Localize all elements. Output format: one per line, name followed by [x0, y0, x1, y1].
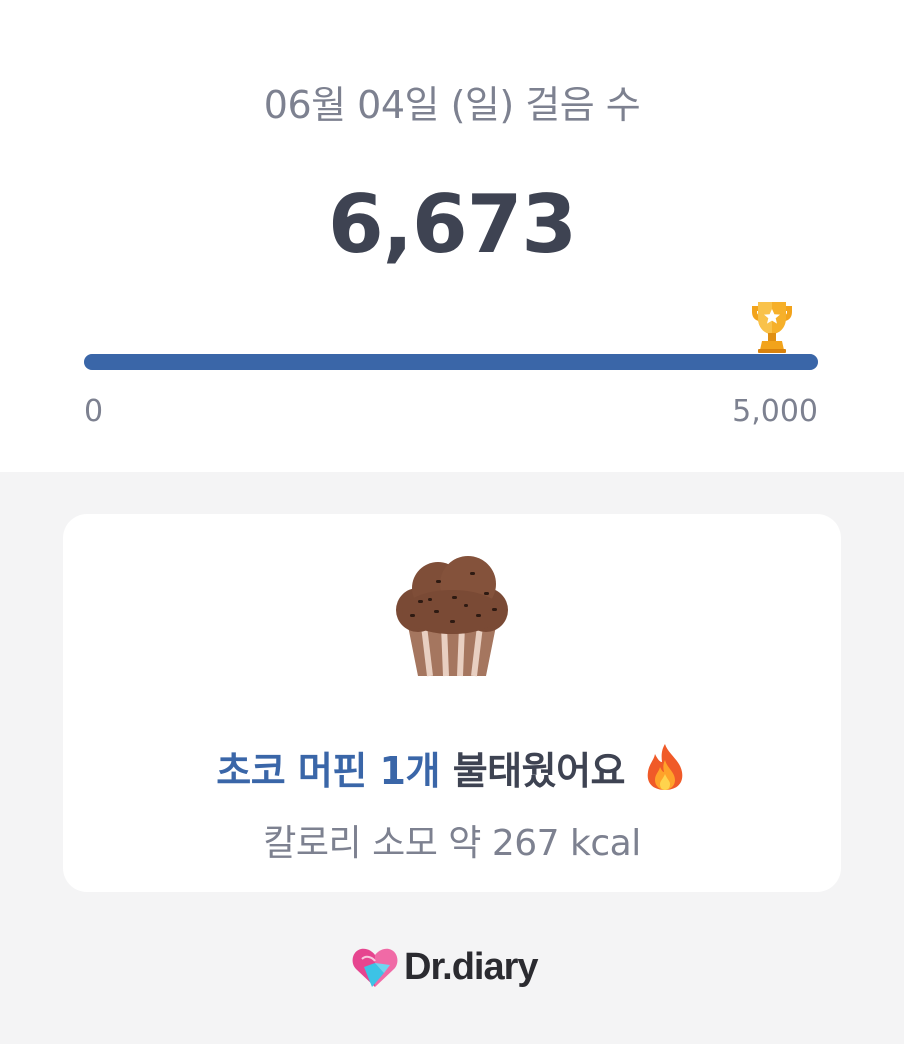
date-title: 06월 04일 (일) 걸음 수	[263, 83, 641, 127]
step-count: 6,673	[327, 178, 577, 271]
trophy-icon	[752, 302, 792, 353]
step-progress-fill	[84, 354, 818, 370]
brand-name: Dr.diary	[404, 945, 539, 988]
burned-verb-text: 불태웠어요	[452, 749, 626, 793]
progress-min-label: 0	[84, 394, 104, 429]
brand-logo: Dr.diary	[350, 942, 539, 992]
burned-food-text: 초코 머핀 1개	[216, 749, 440, 793]
calorie-burned-text: 칼로리 소모 약 267 kcal	[263, 823, 641, 864]
step-progress-bar	[84, 354, 818, 370]
fire-icon	[647, 744, 683, 790]
muffin-icon	[396, 556, 508, 677]
heart-logo-icon	[352, 948, 398, 987]
progress-max-label: 5,000	[732, 394, 818, 429]
calorie-burn-message: 초코 머핀 1개 불태웠어요	[0, 740, 904, 795]
steps-summary-panel: 06월 04일 (일) 걸음 수 6,673 0 5,000	[0, 0, 904, 472]
